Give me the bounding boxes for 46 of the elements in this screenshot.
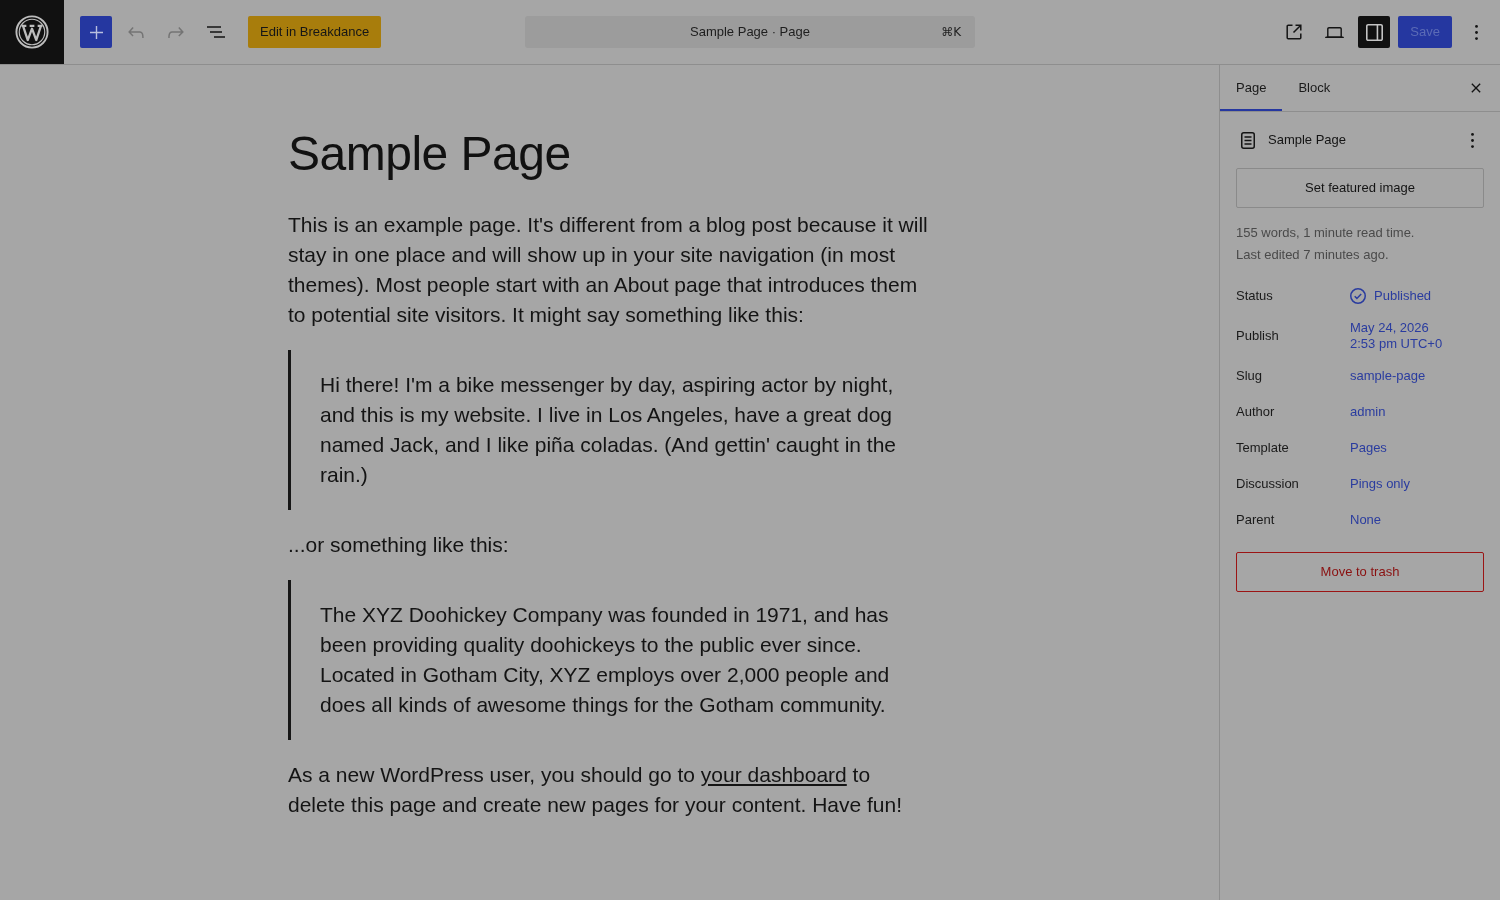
more-vertical-icon bbox=[1474, 24, 1478, 40]
sidebar-tab[interactable]: Block bbox=[1282, 65, 1347, 111]
add-block-button[interactable] bbox=[80, 16, 112, 48]
field-label: Parent bbox=[1236, 511, 1276, 530]
redo-icon bbox=[168, 26, 184, 38]
dashboard-link[interactable]: your dashboard bbox=[700, 763, 847, 786]
field-label: Status bbox=[1236, 287, 1274, 306]
page-title: Sample Page bbox=[288, 126, 572, 182]
undo-icon bbox=[128, 26, 144, 38]
more-vertical-icon bbox=[1470, 132, 1474, 148]
edit-in-breakdance-button[interactable]: Edit in Breakdance bbox=[248, 16, 382, 48]
field-label: Slug bbox=[1236, 367, 1264, 386]
value-link[interactable]: Pages bbox=[1350, 438, 1387, 458]
status-button[interactable]: Published bbox=[1350, 286, 1432, 306]
date-button[interactable]: May 24, 2026 2:53 pm UTC+0 bbox=[1350, 320, 1450, 352]
close-icon bbox=[1471, 83, 1481, 93]
keyboard-shortcut: ⌘K bbox=[940, 24, 962, 41]
quote-text: The XYZ Doohickey Company was founded in 1971, and has been providing quality doohickeys to the public ever since. Located in Gotham City, XYZ employs over 2,000 people and does all kinds of awesome things for the Gotham community. bbox=[320, 602, 891, 718]
site-logo-icon[interactable] bbox=[0, 0, 64, 64]
settings-sidebar-button[interactable] bbox=[1358, 16, 1391, 48]
field-label: Discussion bbox=[1236, 475, 1300, 494]
laptop-icon bbox=[1324, 26, 1344, 38]
page-name: Sample Page bbox=[1268, 131, 1347, 150]
post-info-text: Last edited 7 minutes ago. bbox=[1236, 246, 1390, 264]
quote-text: Hi there! I'm a bike messenger by day, aspiring actor by night, and this is my website. I live in Los Angeles, have a great dog named Jack, and I like piña coladas. (And gettin' caught in the rain.) bbox=[320, 372, 898, 488]
post-info-text: 155 words, 1 minute read time. bbox=[1236, 224, 1416, 242]
paragraph: ...or something like this: bbox=[288, 532, 510, 558]
command-bar[interactable]: Sample Page · Page ⌘K bbox=[525, 16, 975, 48]
field-label: Publish bbox=[1236, 327, 1280, 346]
external-link-icon bbox=[1286, 24, 1303, 40]
sidebar-tab[interactable]: Page bbox=[1220, 65, 1283, 111]
list-view-icon bbox=[207, 26, 225, 38]
field-label: Author bbox=[1236, 403, 1276, 422]
plus-icon bbox=[89, 25, 103, 39]
field-label: Template bbox=[1236, 439, 1290, 458]
move-to-trash-button[interactable]: Move to trash bbox=[1236, 552, 1484, 592]
set-featured-image-button[interactable]: Set featured image bbox=[1236, 168, 1484, 208]
check-circle-icon bbox=[1350, 288, 1366, 304]
paragraph: This is an example page. It's different from a blog post because it will stay in one place and will show up in your site navigation (in most themes). Most people start with an About page that introduces them to potential site visitors. It might say something like this: bbox=[288, 212, 929, 328]
value-link[interactable]: Pings only bbox=[1350, 474, 1410, 494]
document-icon bbox=[1241, 131, 1255, 149]
value-link[interactable]: None bbox=[1350, 510, 1382, 530]
sidebar-icon bbox=[1365, 23, 1383, 41]
value-link[interactable]: admin bbox=[1350, 402, 1386, 422]
value-link[interactable]: sample-page bbox=[1350, 366, 1426, 386]
paragraph: As a new WordPress user, you should go to your dashboard to delete this page and create new pages for your content. Have fun! bbox=[288, 762, 904, 818]
